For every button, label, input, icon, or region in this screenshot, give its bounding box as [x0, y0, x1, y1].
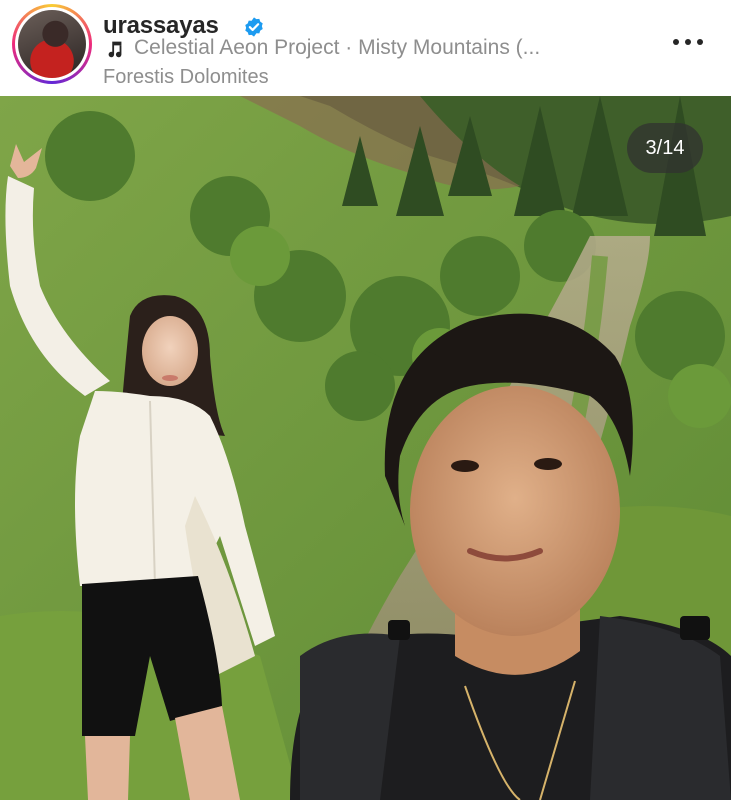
story-ring[interactable] [12, 4, 92, 84]
location-link[interactable]: Forestis Dolomites [103, 66, 269, 89]
verified-badge-icon [245, 17, 263, 37]
music-note-icon [108, 41, 122, 58]
carousel-counter: 3/14 [627, 123, 703, 173]
avatar[interactable] [18, 10, 86, 78]
post-photo[interactable] [0, 96, 731, 800]
more-options-icon[interactable] [666, 28, 710, 56]
audio-track-link[interactable]: Celestial Aeon Project · Misty Mountains… [134, 36, 540, 60]
post-header: urassayas Celestial Aeon Project · Misty… [0, 0, 731, 96]
photo-illustration [0, 96, 731, 800]
